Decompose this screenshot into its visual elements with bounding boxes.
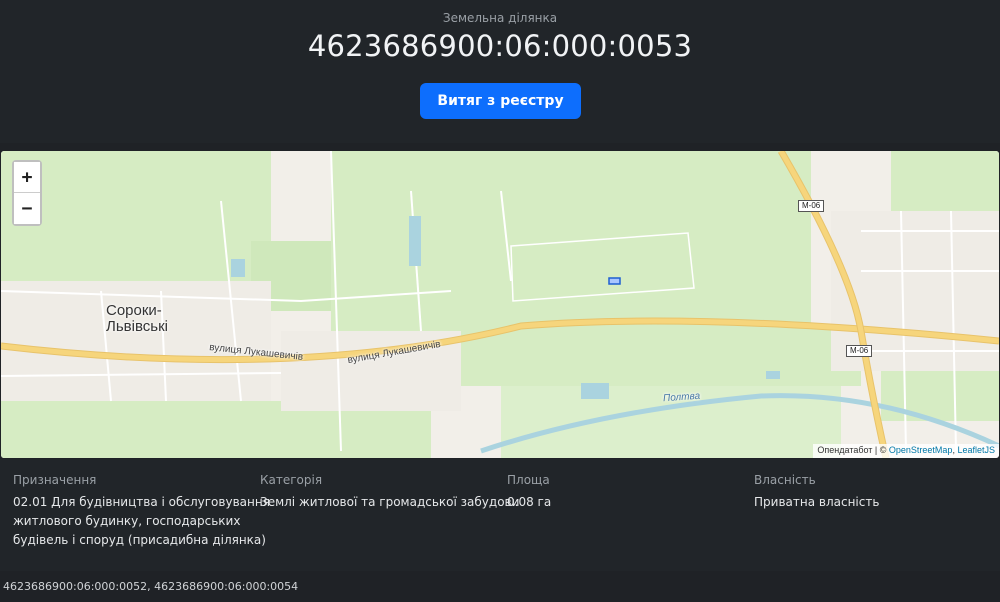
area-value: 0.08 га	[507, 495, 552, 509]
zoom-out-button[interactable]: −	[14, 193, 40, 224]
purpose-value: 02.01 Для будівництва і обслуговування ж…	[13, 493, 270, 550]
header: Земельна ділянка 4623686900:06:000:0053 …	[0, 0, 1000, 143]
place-label-line1: Сороки-	[106, 302, 162, 319]
map-attribution: Опендатабот | © OpenStreetMap, LeafletJS	[813, 444, 999, 458]
category-column: Категорія Землі житлової та громадської …	[260, 473, 519, 512]
purpose-value-line3: будівель і споруд (присадибна ділянка)	[13, 533, 266, 547]
ownership-column: Власність Приватна власність	[754, 473, 879, 512]
leafletjs-link[interactable]: LeafletJS	[957, 445, 995, 455]
place-label-line2: Львівські	[106, 318, 168, 335]
cadastral-number: 4623686900:06:000:0053	[307, 29, 693, 63]
parcel-marker[interactable]	[608, 277, 621, 285]
road-shield-south: М-06	[846, 345, 873, 357]
area-label: Площа	[507, 473, 550, 487]
category-label: Категорія	[260, 473, 323, 487]
page-subtitle: Земельна ділянка	[442, 11, 558, 25]
map-view[interactable]: + − Сороки- Львівські вулиця Лукашевичів…	[1, 151, 999, 458]
purpose-label: Призначення	[13, 473, 97, 487]
purpose-column: Призначення 02.01 Для будівництва і обсл…	[13, 473, 270, 550]
purpose-value-line2: житлового будинку, господарських	[13, 514, 241, 528]
zoom-control: + −	[12, 160, 42, 226]
registry-extract-button[interactable]: Витяг з реєстру	[420, 83, 581, 119]
parcel-info: Призначення 02.01 Для будівництва і обсл…	[0, 459, 1000, 571]
category-value: Землі житлової та громадської забудови	[260, 495, 520, 509]
road-shield-north: М-06	[798, 200, 825, 212]
ownership-value: Приватна власність	[754, 495, 880, 509]
neighbor-parcels[interactable]: 4623686900:06:000:0052, 4623686900:06:00…	[0, 571, 1000, 602]
place-label: Сороки- Львівські	[106, 303, 168, 335]
purpose-value-line1: 02.01 Для будівництва і обслуговування	[13, 495, 270, 509]
zoom-in-button[interactable]: +	[14, 162, 40, 193]
attribution-prefix: Опендатабот | ©	[817, 445, 889, 455]
ownership-label: Власність	[754, 473, 816, 487]
area-column: Площа 0.08 га	[507, 473, 551, 512]
openstreetmap-link[interactable]: OpenStreetMap	[889, 445, 953, 455]
